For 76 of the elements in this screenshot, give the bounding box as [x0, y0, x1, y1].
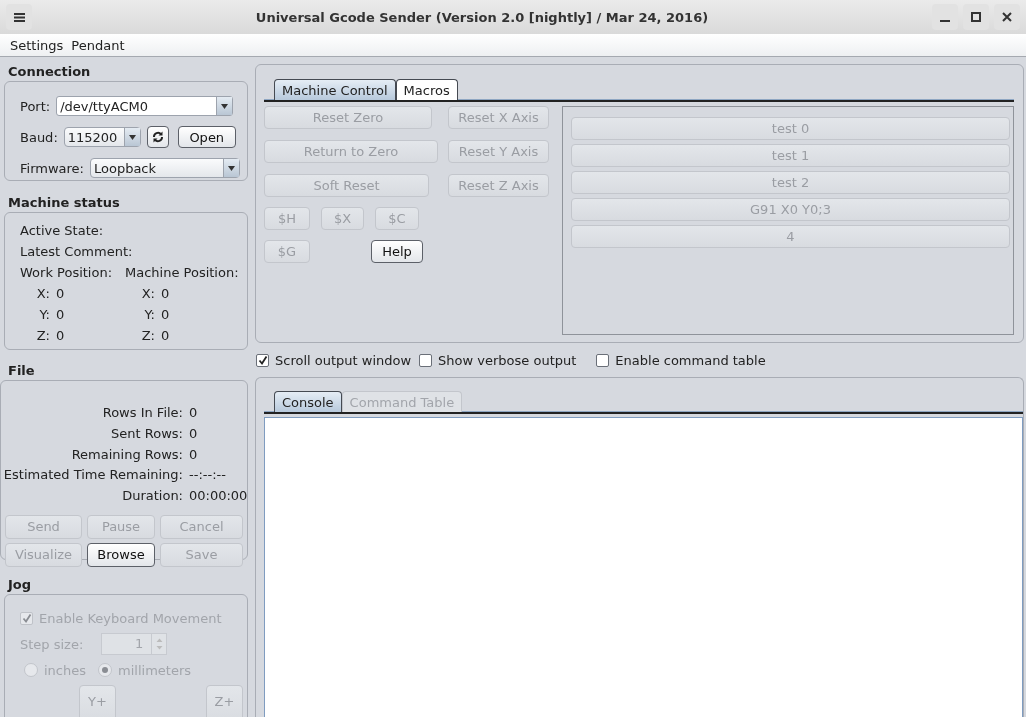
close-button[interactable] — [994, 4, 1020, 30]
tab[interactable]: Console — [274, 391, 342, 412]
dropdown[interactable]: Loopback — [89, 158, 240, 178]
field-label: Firmware: — [20, 160, 84, 176]
axis-value: 0 — [161, 307, 170, 324]
caret-icon — [227, 165, 235, 171]
checkbox[interactable] — [596, 353, 610, 367]
maximize-button[interactable] — [963, 4, 989, 30]
refresh-button[interactable] — [146, 126, 169, 148]
axis-value: 0 — [56, 328, 65, 345]
section-title: Jog — [6, 577, 33, 592]
checkmark-icon — [257, 355, 268, 365]
tab[interactable]: Machine Control — [274, 79, 396, 100]
command-button[interactable]: Help — [371, 240, 423, 263]
maximize-icon — [971, 12, 981, 22]
checkbox-label: Enable command table — [615, 352, 766, 368]
axis-label: Z: — [141, 328, 155, 345]
status-label: Latest Comment: — [20, 244, 134, 261]
file-button[interactable]: Browse — [87, 543, 155, 567]
checkbox-label: Scroll output window — [275, 352, 412, 368]
checkbox[interactable] — [256, 353, 269, 367]
caret-icon — [221, 103, 229, 109]
section-title: File — [7, 363, 36, 378]
section-title: Connection — [7, 64, 92, 79]
spinner-value: 1 — [134, 635, 145, 653]
axis-value: 0 — [161, 286, 170, 303]
jog-button[interactable]: Z+ — [206, 685, 243, 717]
minimize-icon — [940, 20, 950, 22]
axis-value: 0 — [56, 307, 65, 324]
axis-label: Z: — [36, 328, 50, 345]
spinner-arrows-icon — [155, 637, 163, 651]
position-label: Work Position: — [20, 265, 114, 282]
stat-label: Estimated Time Remaining: — [2, 467, 183, 485]
stat-value: 00:00:00 — [189, 488, 248, 506]
field-label: Port: — [20, 98, 51, 114]
radio-button[interactable] — [24, 663, 38, 677]
stat-label: Sent Rows: — [110, 425, 183, 443]
checkbox-label: Show verbose output — [438, 352, 577, 368]
stat-value: --:--:-- — [189, 467, 227, 485]
axis-label: X: — [141, 286, 155, 303]
menu-item[interactable]: Pendant — [71, 37, 125, 53]
stat-value: 0 — [189, 446, 199, 464]
radio-button[interactable] — [98, 663, 112, 677]
checkbox[interactable] — [419, 353, 433, 367]
section-title: Machine status — [7, 195, 121, 210]
window-title: Universal Gcode Sender (Version 2.0 [nightly] / Mar 24, 2016) — [254, 9, 710, 25]
open-button[interactable]: Open — [177, 126, 236, 148]
caret-icon — [128, 134, 136, 140]
dropdown-value: 115200 — [66, 129, 119, 145]
menu-icon — [13, 12, 25, 22]
axis-label: Y: — [143, 307, 155, 324]
axis-value: 0 — [161, 328, 170, 345]
status-label: Active State: — [20, 223, 105, 240]
axis-label: X: — [36, 286, 50, 303]
menu-item[interactable]: Settings — [10, 37, 64, 53]
tab[interactable]: Macros — [395, 79, 458, 100]
dropdown[interactable]: 115200 — [63, 127, 141, 147]
jog-button[interactable]: Y+ — [79, 685, 116, 717]
dropdown[interactable]: /dev/ttyACM0 — [56, 96, 234, 116]
checkmark-icon — [21, 613, 32, 623]
refresh-icon — [151, 131, 164, 143]
minimize-button[interactable] — [932, 4, 958, 30]
menu-button[interactable] — [6, 4, 32, 30]
stat-value: 0 — [189, 425, 199, 443]
step-size-spinner[interactable]: 1 — [101, 633, 168, 655]
axis-value: 0 — [56, 286, 65, 303]
close-icon — [1002, 12, 1012, 22]
axis-label: Y: — [38, 307, 50, 324]
stat-label: Duration: — [121, 488, 183, 506]
position-label: Machine Position: — [125, 265, 240, 282]
stat-label: Remaining Rows: — [70, 446, 183, 464]
dropdown-value: Loopback — [92, 160, 158, 176]
stat-label: Rows In File: — [101, 405, 183, 422]
stat-value: 0 — [189, 405, 199, 422]
dropdown-value: /dev/ttyACM0 — [59, 98, 149, 114]
field-label: Baud: — [20, 129, 58, 145]
